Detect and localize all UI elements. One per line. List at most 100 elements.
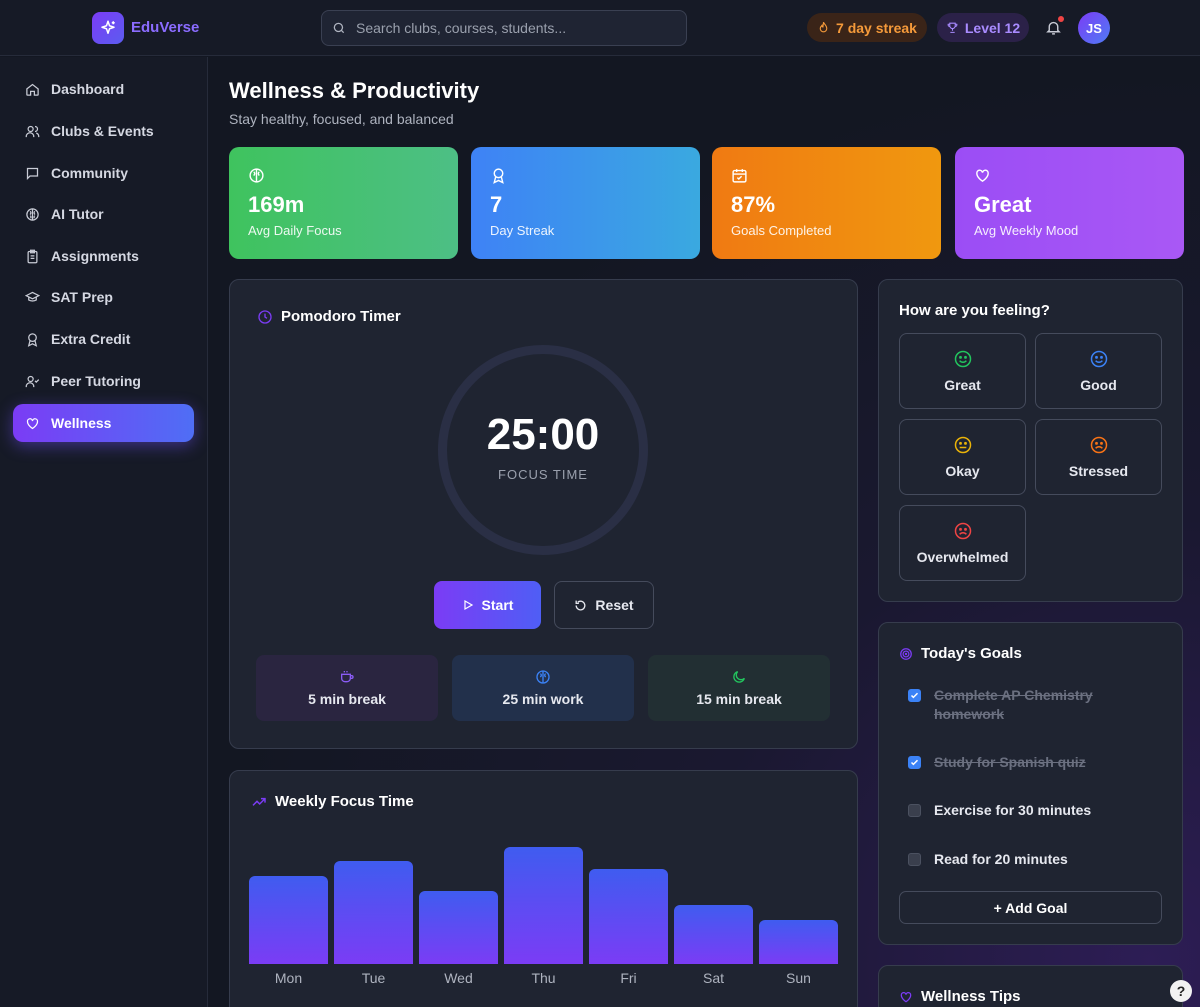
page-subtitle: Stay healthy, focused, and balanced [229, 111, 454, 127]
sidebar-item-label: Peer Tutoring [51, 373, 141, 389]
frown-icon [954, 522, 971, 540]
mood-option-good[interactable]: Good [1035, 333, 1162, 409]
wellness-tips-title: Wellness Tips [899, 988, 1021, 1005]
heart-icon [26, 417, 39, 429]
meh-icon [954, 436, 971, 454]
sidebar-item-assignments[interactable]: Assignments [13, 237, 194, 275]
calendar-check-icon [732, 169, 747, 183]
goal-checkbox[interactable] [908, 804, 921, 817]
play-icon [463, 599, 473, 611]
smile-icon [954, 350, 971, 368]
bar-wed [419, 891, 498, 964]
sidebar-item-sat-prep[interactable]: SAT Prep [13, 278, 194, 316]
mood-label: Overwhelmed [916, 549, 1009, 565]
sidebar-item-extra-credit[interactable]: Extra Credit [13, 320, 194, 358]
timer-mode-label: FOCUS TIME [498, 467, 588, 482]
bar-tue [334, 861, 413, 964]
preset-long-break[interactable]: 15 min break [648, 655, 830, 721]
stat-value: 87% [731, 192, 776, 217]
bar-label: Thu [531, 970, 556, 986]
preset-label: 5 min break [308, 691, 386, 707]
pomodoro-title: Pomodoro Timer [257, 308, 401, 325]
trending-up-icon [252, 797, 266, 806]
mood-label: Stressed [1068, 463, 1129, 479]
reset-icon [575, 600, 586, 610]
stat-card-mood: Great Avg Weekly Mood [955, 147, 1184, 259]
goal-text: Read for 20 minutes [934, 851, 1068, 867]
preset-work[interactable]: 25 min work [452, 655, 634, 721]
start-button[interactable]: Start [434, 581, 541, 629]
sidebar-item-label: SAT Prep [51, 289, 113, 305]
goal-checkbox[interactable] [908, 853, 921, 866]
mood-option-overwhelmed[interactable]: Overwhelmed [899, 505, 1026, 581]
brain-icon [249, 168, 264, 183]
help-button[interactable]: ? [1170, 980, 1192, 1002]
brain-icon [26, 207, 39, 221]
preset-label: 15 min break [696, 691, 782, 707]
stat-value: 7 [490, 192, 503, 217]
stat-value: Great [974, 192, 1032, 217]
bar-label: Sun [786, 970, 811, 986]
sidebar-item-community[interactable]: Community [13, 154, 194, 192]
mood-option-great[interactable]: Great [899, 333, 1026, 409]
reset-button[interactable]: Reset [554, 581, 654, 629]
mood-option-okay[interactable]: Okay [899, 419, 1026, 495]
add-goal-button[interactable]: + Add Goal [899, 891, 1162, 924]
sidebar-item-wellness[interactable]: Wellness [13, 404, 194, 442]
sidebar-item-dashboard[interactable]: Dashboard [13, 70, 194, 108]
users-icon [25, 125, 40, 137]
stat-label: Goals Completed [731, 223, 832, 238]
logo-text[interactable]: EduVerse [131, 19, 199, 36]
heart-icon [976, 169, 989, 183]
sidebar-item-label: Extra Credit [51, 331, 131, 347]
search-icon [333, 22, 345, 34]
mood-label: Good [1080, 377, 1117, 393]
mood-label: Okay [945, 463, 980, 479]
start-button-label: Start [481, 597, 514, 613]
sidebar-item-label: AI Tutor [51, 206, 104, 222]
page-title: Wellness & Productivity [229, 78, 480, 103]
bar-thu [504, 847, 583, 964]
sidebar-item-label: Dashboard [51, 81, 125, 97]
goal-item[interactable]: Exercise for 30 minutes [908, 801, 1158, 820]
sidebar-item-ai-tutor[interactable]: AI Tutor [13, 195, 194, 233]
streak-badge[interactable]: 7 day streak [807, 13, 927, 42]
sidebar-item-clubs-events[interactable]: Clubs & Events [13, 112, 194, 150]
clipboard-icon [27, 249, 38, 263]
goal-checkbox[interactable] [908, 689, 921, 702]
flame-icon [819, 21, 828, 33]
mood-label: Great [944, 377, 981, 393]
goal-item[interactable]: Read for 20 minutes [908, 850, 1158, 869]
search-input[interactable] [356, 20, 656, 36]
mood-title: How are you feeling? [899, 302, 1050, 319]
award-icon [27, 332, 38, 347]
home-icon [26, 83, 39, 96]
goal-checkbox[interactable] [908, 756, 921, 769]
bar-sun [759, 920, 838, 964]
target-icon [900, 647, 912, 660]
chat-icon [26, 167, 39, 180]
weekly-focus-title: Weekly Focus Time [251, 793, 414, 810]
clock-icon [258, 309, 272, 324]
goal-item[interactable]: Study for Spanish quiz [908, 753, 1158, 772]
stat-card-goals: 87% Goals Completed [712, 147, 941, 259]
trophy-icon [947, 22, 958, 33]
frown-icon [1090, 436, 1107, 454]
goal-item[interactable]: Complete AP Chemistry homework [908, 686, 1158, 724]
logo-sparkle-icon[interactable] [92, 12, 124, 44]
coffee-icon [341, 671, 354, 683]
sidebar-item-peer-tutoring[interactable]: Peer Tutoring [13, 362, 194, 400]
search-bar[interactable] [321, 10, 687, 46]
smile-icon [1090, 350, 1107, 368]
stat-card-focus: 169m Avg Daily Focus [229, 147, 458, 259]
goals-title-text: Today's Goals [921, 645, 1022, 662]
avatar[interactable]: JS [1078, 12, 1110, 44]
preset-short-break[interactable]: 5 min break [256, 655, 438, 721]
moon-icon [733, 671, 745, 683]
level-badge[interactable]: Level 12 [937, 13, 1029, 42]
bar-sat [674, 905, 753, 964]
bar-mon [249, 876, 328, 964]
goal-text: Exercise for 30 minutes [934, 802, 1092, 818]
mood-option-stressed[interactable]: Stressed [1035, 419, 1162, 495]
weekly-focus-title-text: Weekly Focus Time [275, 793, 414, 810]
